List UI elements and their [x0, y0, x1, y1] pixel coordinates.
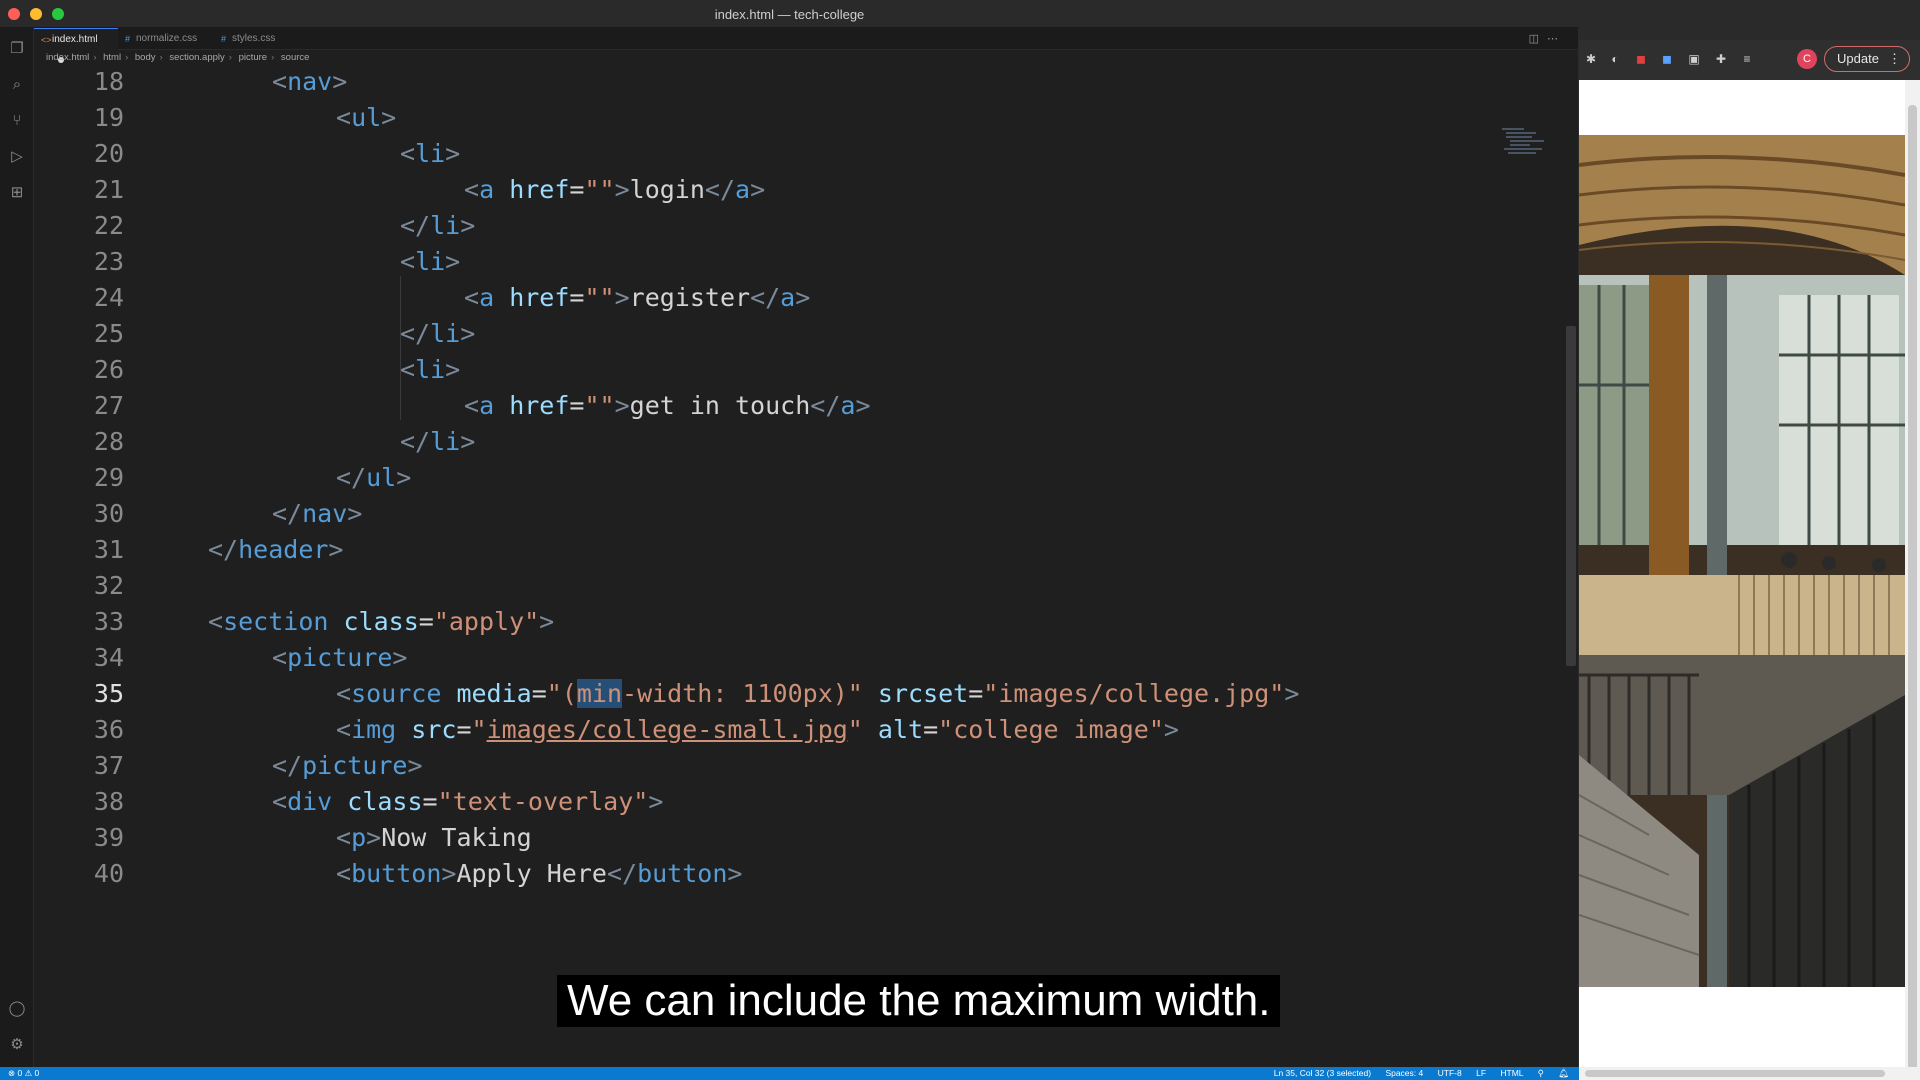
minimap[interactable] — [1502, 126, 1550, 176]
title-bar: index.html — tech-college — [0, 0, 1579, 28]
line-number-gutter: 18 19 20 21 22 23 24 25 26 27 28 29 30 3… — [34, 60, 144, 1067]
notifications-bell-icon[interactable]: 🔔︎ — [1558, 1068, 1569, 1078]
css-file-icon: # — [221, 34, 227, 44]
code-line-28: </li> — [400, 427, 476, 456]
window-title: index.html — tech-college — [714, 7, 865, 22]
code-line-40: <button>Apply Here</button> — [336, 859, 743, 888]
code-line-24: <a href="">register</a> — [464, 283, 811, 312]
code-line-23: <li> — [400, 247, 461, 276]
html-file-icon: <> — [41, 35, 52, 45]
indentation[interactable]: Spaces: 4 — [1385, 1068, 1423, 1078]
file-link: images/college-small.jpg — [486, 715, 848, 744]
account-icon[interactable]: ◯ — [8, 1000, 26, 1018]
extension-icon[interactable]: ◼ — [1633, 51, 1649, 67]
live-share-icon[interactable]: ⚲ — [1538, 1068, 1544, 1078]
code-line-36: <img src="images/college-small.jpg" alt=… — [336, 715, 1179, 744]
encoding[interactable]: UTF-8 — [1438, 1068, 1462, 1078]
more-vertical-icon: ⋮ — [1888, 51, 1901, 66]
split-editor-icon[interactable]: ◫ — [1529, 33, 1547, 45]
language-mode[interactable]: HTML — [1500, 1068, 1523, 1078]
tab-index-html[interactable]: <> index.html — [34, 28, 118, 63]
extension-icon[interactable]: ✱ — [1583, 51, 1599, 67]
browser-tab-strip — [1579, 0, 1920, 40]
browser-viewport — [1579, 80, 1920, 1080]
college-photo — [1579, 135, 1905, 987]
tab-label: normalize.css — [136, 33, 198, 44]
profile-avatar[interactable]: C — [1797, 49, 1817, 69]
status-bar: ⊗ 0 ⚠ 0 Ln 35, Col 32 (3 selected) Space… — [0, 1067, 1579, 1080]
cursor-position[interactable]: Ln 35, Col 32 (3 selected) — [1274, 1068, 1371, 1078]
search-icon[interactable]: ⌕ — [8, 76, 26, 94]
tab-actions: ◫⋯ — [1529, 32, 1566, 45]
extension-icon[interactable]: ◼ — [1659, 51, 1675, 67]
code-line-27: <a href="">get in touch</a> — [464, 391, 871, 420]
status-right: Ln 35, Col 32 (3 selected) Spaces: 4 UTF… — [1262, 1067, 1569, 1080]
code-line-26: <li> — [400, 355, 461, 384]
update-label: Update — [1837, 51, 1879, 66]
source-control-icon[interactable]: ⑂ — [8, 112, 26, 130]
tab-label: styles.css — [232, 33, 276, 44]
activity-bar: ❐ ⌕ ⑂ ▷ ⊞ ◯ ⚙ — [0, 28, 34, 1067]
vscode-window: index.html — tech-college ❐ ⌕ ⑂ ▷ ⊞ ◯ ⚙ … — [0, 0, 1579, 1080]
tab-label: index.html — [52, 34, 98, 45]
extensions-puzzle-icon[interactable]: ✚ — [1713, 51, 1729, 67]
browser-window: ✱ ◐ ◼ ◼ ▣ ✚ ≡ C Update ⋮ — [1579, 0, 1920, 1080]
problems-indicator[interactable]: ⊗ 0 ⚠ 0 — [8, 1067, 39, 1080]
line-number: 40 — [93, 859, 124, 888]
extension-icon[interactable]: ◐ — [1607, 51, 1623, 67]
extension-icon[interactable]: ▣ — [1686, 51, 1702, 67]
run-debug-icon[interactable]: ▷ — [8, 148, 26, 166]
college-image — [1579, 135, 1905, 987]
editor-tabs: <> index.html # normalize.css # styles.c… — [34, 28, 1578, 63]
code-line-19: <ul> — [336, 103, 397, 132]
end-of-line[interactable]: LF — [1476, 1068, 1486, 1078]
more-actions-icon[interactable]: ⋯ — [1547, 33, 1566, 45]
video-caption: We can include the maximum width. — [557, 975, 1281, 1027]
tab-normalize-css[interactable]: # normalize.css — [118, 28, 207, 50]
explorer-icon[interactable]: ❐ — [8, 40, 26, 58]
settings-gear-icon[interactable]: ⚙ — [8, 1036, 26, 1054]
page-scroll-thumb[interactable] — [1908, 105, 1917, 1070]
code-line-31: </header> — [208, 535, 344, 564]
code-line-21: <a href="">login</a> — [464, 175, 766, 204]
reading-list-icon[interactable]: ≡ — [1739, 51, 1755, 67]
code-editor[interactable]: <nav> <ul> <li> <a href="">login</a> </l… — [144, 60, 1564, 1067]
screen: index.html — tech-college ❐ ⌕ ⑂ ▷ ⊞ ◯ ⚙ … — [0, 0, 1920, 1080]
editor-scrollbar[interactable] — [1566, 326, 1576, 666]
extensions-icon[interactable]: ⊞ — [8, 184, 26, 202]
css-file-icon: # — [125, 34, 131, 44]
horizontal-scroll-thumb[interactable] — [1585, 1070, 1885, 1077]
update-button[interactable]: Update ⋮ — [1824, 46, 1910, 72]
tab-styles-css[interactable]: # styles.css — [214, 28, 285, 50]
text-selection: min — [576, 679, 623, 708]
code-line-20: <li> — [400, 139, 461, 168]
